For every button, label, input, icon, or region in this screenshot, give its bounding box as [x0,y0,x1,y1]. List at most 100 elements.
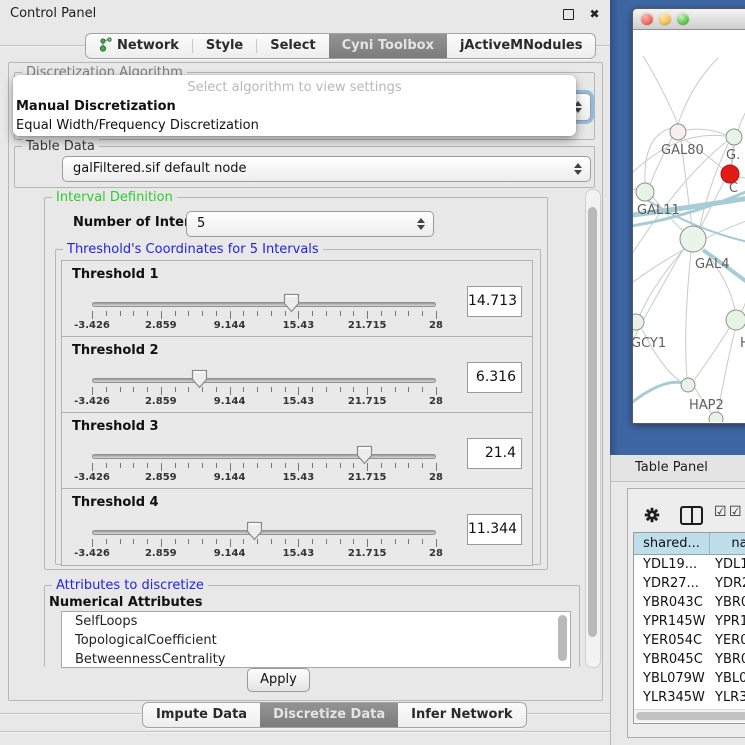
threshold-2-value-field[interactable]: 6.316 [467,362,522,393]
threshold-2-slider-thumb[interactable] [191,369,208,389]
attributes-group-label: Attributes to discretize [52,578,208,593]
table-panel-title: Table Panel [635,460,708,475]
table-horizontal-scrollbar[interactable] [634,709,745,722]
axis-tick-label: -3.426 [74,548,110,559]
cell-name[interactable]: YDR2 [715,574,745,593]
tick-mark [216,311,217,316]
table-row[interactable]: YBR043C YBR0 [634,593,745,612]
tick-mark [312,311,313,316]
threshold-2-slider-track[interactable] [92,378,436,383]
threshold-4-label: Threshold 4 [72,495,159,510]
tick-mark [271,463,272,468]
cell-shared-name[interactable]: YDL19... [643,555,697,574]
attribute-list-item[interactable]: SelfLoops [62,612,570,631]
cell-shared-name[interactable]: YDR27... [643,574,699,593]
tab-discretize-data[interactable]: Discretize Data [260,703,398,727]
tick-mark [243,387,244,392]
table-panel: Table Panel ☑ ☑ [610,455,745,745]
list-scrollbar-thumb[interactable] [558,615,567,661]
table-row[interactable]: YPR145W YPR1 [634,612,745,631]
threshold-4-value-field[interactable]: 11.344 [467,514,522,545]
cell-name[interactable]: YDL1 [715,555,745,574]
tick-mark [285,387,286,392]
table-hscrollbar-thumb[interactable] [636,712,745,720]
apply-button[interactable]: Apply [247,668,310,692]
cell-shared-name[interactable]: YLR345W [643,688,705,707]
cell-name[interactable]: YBL0 [715,669,745,688]
mac-zoom-button[interactable] [677,13,689,25]
cell-shared-name[interactable]: YBL079W [643,669,705,688]
network-node-gal4[interactable] [680,226,706,252]
threshold-3-value-field[interactable]: 21.4 [467,438,522,469]
threshold-1-value-field[interactable]: 14.713 [467,286,522,317]
cell-name[interactable]: YBR0 [715,593,745,612]
cell-shared-name[interactable]: YBR045C [643,650,703,669]
network-node-hap2[interactable] [681,378,695,392]
panel-scrollbar-thumb[interactable] [588,207,597,637]
table-row[interactable]: YLR345W YLR3 [634,688,745,707]
numerical-attributes-list[interactable]: SelfLoopsTopologicalCoefficientBetweenne… [61,611,571,668]
split-table-icon[interactable] [680,506,703,525]
threshold-4-slider-track[interactable] [92,530,436,535]
cell-shared-name[interactable]: YBR043C [643,593,703,612]
threshold-4-slider-thumb[interactable] [246,521,263,541]
table-data-combobox[interactable]: galFiltered.sif default node [62,156,591,182]
show-column-checkbox-icon[interactable]: ☑ [714,506,727,519]
mac-close-button[interactable] [641,13,653,25]
cell-shared-name[interactable]: YPR145W [643,612,705,631]
tab-jactivemnodules[interactable]: jActiveMNodules [447,34,596,58]
tick-mark [408,539,409,544]
threshold-3-slider-thumb[interactable] [356,445,373,465]
cell-name[interactable]: YPR1 [715,612,745,631]
axis-tick-label: 21.715 [348,320,387,331]
axis-tick-label: 21.715 [348,396,387,407]
float-window-icon[interactable] [562,8,575,21]
popup-option-manual-discretization[interactable]: Manual Discretization [13,97,576,116]
close-icon[interactable]: ✖ [588,8,601,21]
column-header-name[interactable]: na [710,533,745,555]
number-of-intervals-combobox[interactable]: 5 [186,211,434,237]
popup-option-equal-width-frequency[interactable]: Equal Width/Frequency Discretization [13,116,576,135]
column-header-shared-name[interactable]: shared... [634,533,710,555]
network-node[interactable] [709,412,723,422]
tab-select[interactable]: Select [257,34,328,58]
network-node-h[interactable] [726,310,745,330]
mac-minimize-button[interactable] [659,13,671,25]
table-row[interactable]: YDR27... YDR2 [634,574,745,593]
network-node-gal11[interactable] [636,183,654,201]
table-row[interactable]: YDL19... YDL1 [634,555,745,574]
tick-mark [175,387,176,392]
network-node-g[interactable] [726,129,742,145]
threshold-1-slider-track[interactable] [92,302,436,307]
cell-shared-name[interactable]: YER054C [643,631,702,650]
cell-name[interactable]: YLR3 [715,688,745,707]
attribute-list-item[interactable]: BetweennessCentrality [62,650,570,668]
tick-mark [353,463,354,468]
tab-impute-data[interactable]: Impute Data [143,703,260,727]
network-desktop: GAL80G.CGAL11GAL4GCY1HHAP2 [610,0,745,455]
tab-infer-network[interactable]: Infer Network [398,703,525,727]
network-node-gcy1[interactable] [633,314,644,330]
table-row[interactable]: YBL079W YBL0 [634,669,745,688]
tab-network[interactable]: Network [86,34,192,58]
tick-mark [326,539,327,544]
cell-name[interactable]: YBR0 [715,650,745,669]
attribute-list-item[interactable]: TopologicalCoefficient [62,631,570,650]
tab-style[interactable]: Style [193,34,256,58]
table-row[interactable]: YER054C YER0 [634,631,745,650]
gear-icon[interactable] [643,506,661,528]
network-node-gal80[interactable] [670,124,686,140]
tab-cyni-toolbox[interactable]: Cyni Toolbox [329,34,447,58]
show-column-checkbox-icon-2[interactable]: ☑ [729,506,742,519]
node-attribute-table[interactable]: shared... na YDL19...YDL1YDR27...YDR2YBR… [633,532,745,724]
tick-mark [230,463,231,471]
cell-name[interactable]: YER0 [715,631,745,650]
threshold-3-slider-track[interactable] [92,454,436,459]
panel-scrollbar[interactable] [585,189,601,668]
thresholds-group: Threshold's Coordinates for 5 Intervals … [55,249,541,565]
axis-tick-label: -3.426 [74,472,110,483]
tick-mark [230,539,231,547]
threshold-1-slider-thumb[interactable] [283,293,300,313]
network-canvas[interactable]: GAL80G.CGAL11GAL4GCY1HHAP2 [633,30,745,422]
table-row[interactable]: YBR045C YBR0 [634,650,745,669]
